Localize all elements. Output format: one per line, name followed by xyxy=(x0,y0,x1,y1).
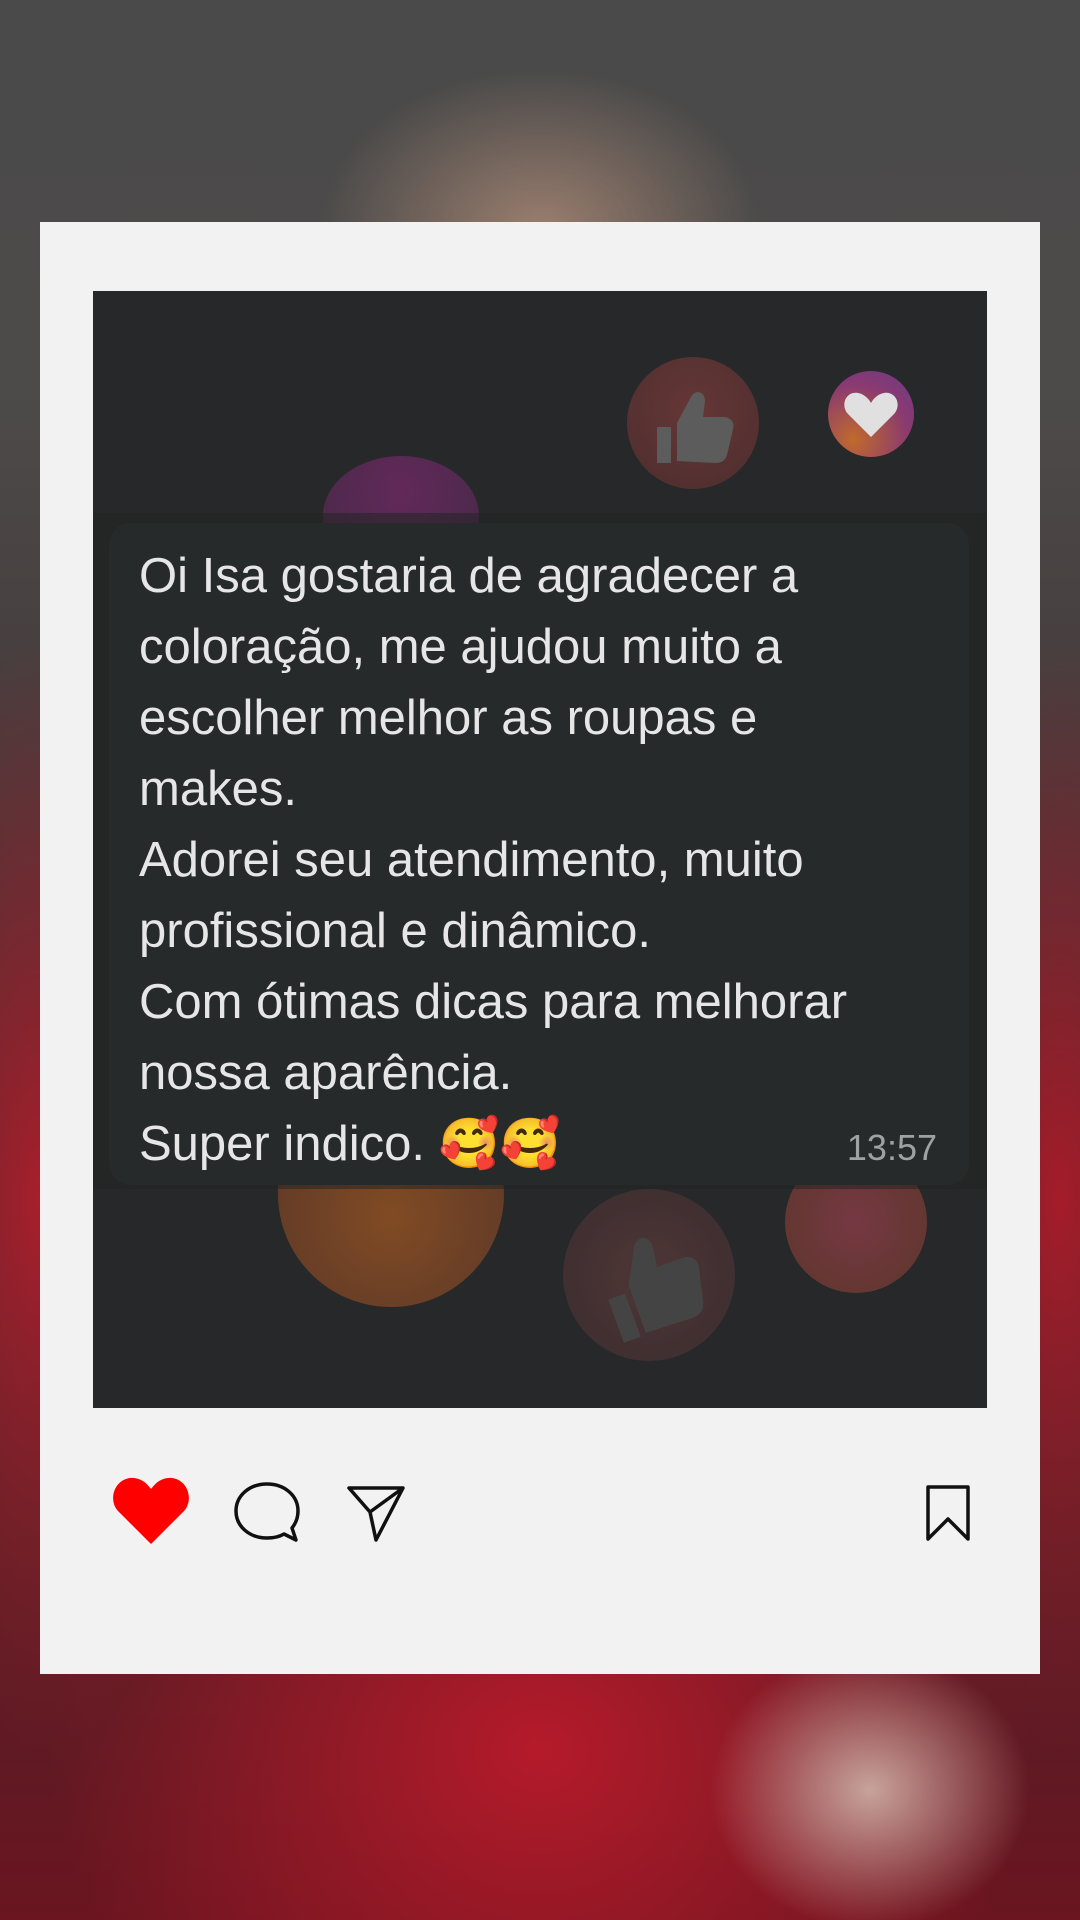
bookmark-icon[interactable] xyxy=(924,1484,972,1547)
thumbs-up-reaction-icon xyxy=(627,357,759,489)
message-text: Oi Isa gostaria de agradecer a coloração… xyxy=(139,549,848,1171)
chat-message-bubble: Oi Isa gostaria de agradecer a coloração… xyxy=(109,523,969,1185)
message-timestamp: 13:57 xyxy=(846,1127,937,1168)
chat-screenshot: Oi Isa gostaria de agradecer a coloração… xyxy=(93,513,987,1189)
heart-icon[interactable] xyxy=(110,1474,192,1551)
thumbs-up-reaction-icon-faded xyxy=(563,1189,735,1361)
post-image: Oi Isa gostaria de agradecer a coloração… xyxy=(93,291,987,1408)
post-card: Oi Isa gostaria de agradecer a coloração… xyxy=(40,222,1040,1674)
send-icon[interactable] xyxy=(346,1484,406,1549)
comment-icon[interactable] xyxy=(232,1480,302,1551)
heart-reaction-icon xyxy=(828,371,914,457)
